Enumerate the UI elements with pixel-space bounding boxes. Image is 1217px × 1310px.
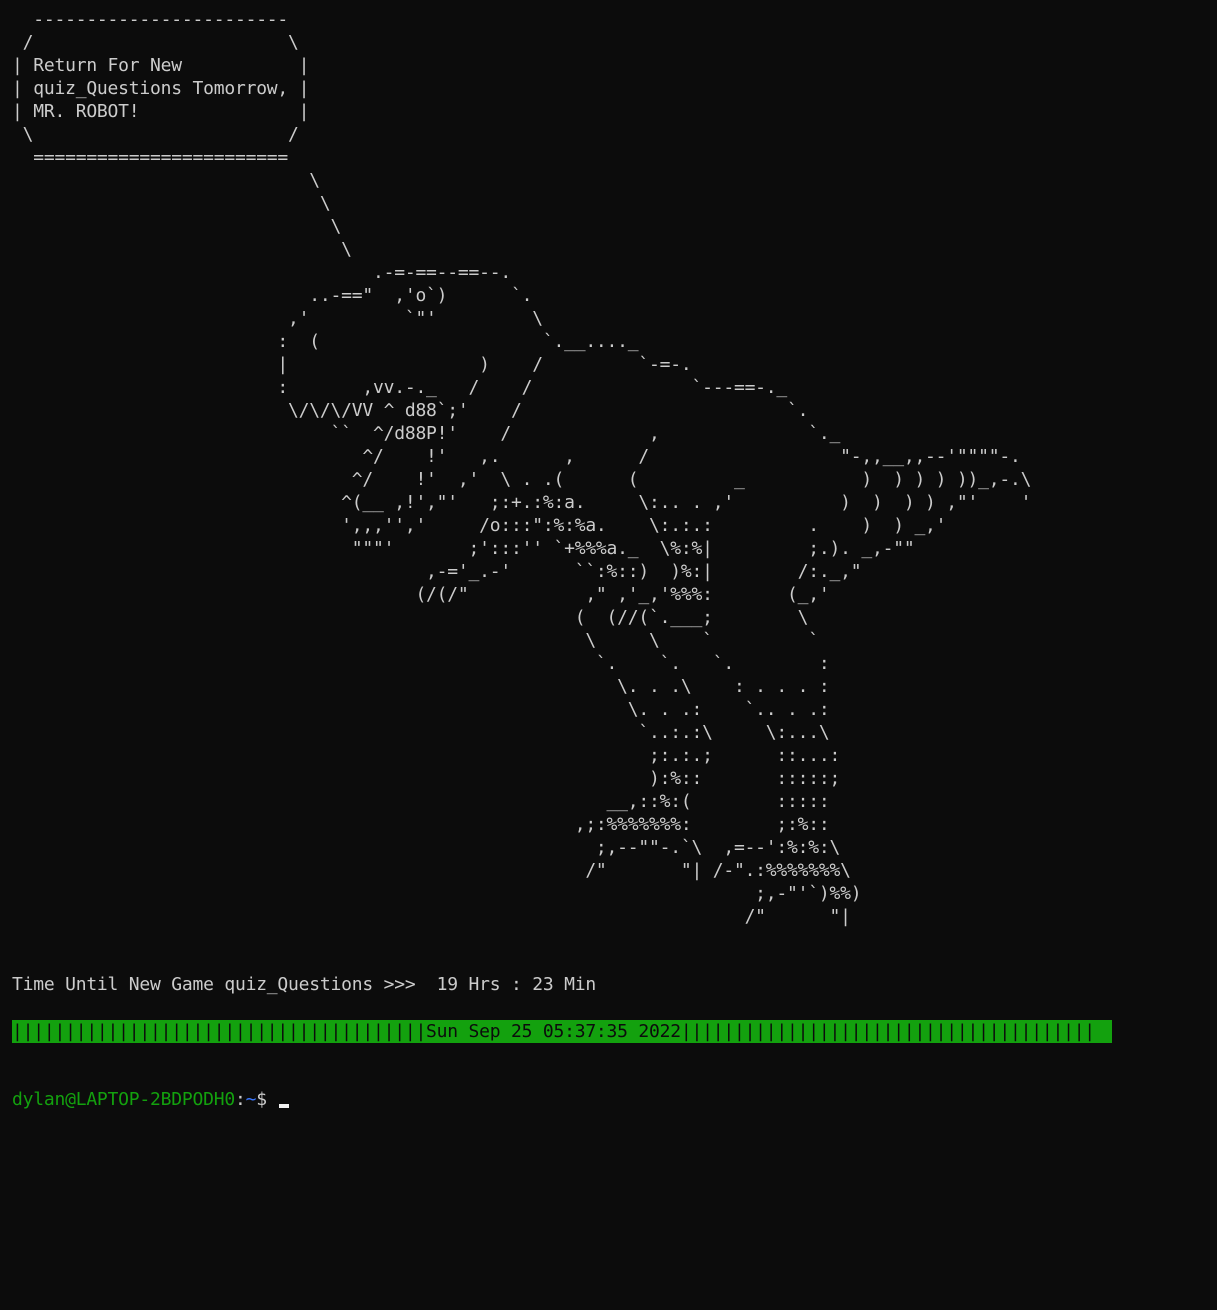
- ascii-art-dinosaur-speech-bubble: ------------------------ / \ | Return Fo…: [12, 9, 1032, 927]
- date-progress-bar: |||||||||||||||||||||||||||||||||||||||S…: [12, 1020, 1112, 1043]
- prompt-symbol: $: [256, 1089, 278, 1110]
- countdown-text: Time Until New Game quiz_Questions >>> 1…: [12, 974, 596, 995]
- prompt-path: ~: [245, 1089, 257, 1110]
- prompt-user-host: dylan@LAPTOP-2BDPODH0: [12, 1089, 235, 1110]
- text-cursor: [279, 1104, 290, 1108]
- shell-prompt[interactable]: dylan@LAPTOP-2BDPODH0:~$: [12, 1088, 290, 1111]
- terminal-window[interactable]: ------------------------ / \ | Return Fo…: [0, 0, 1217, 1310]
- prompt-separator: :: [234, 1089, 246, 1110]
